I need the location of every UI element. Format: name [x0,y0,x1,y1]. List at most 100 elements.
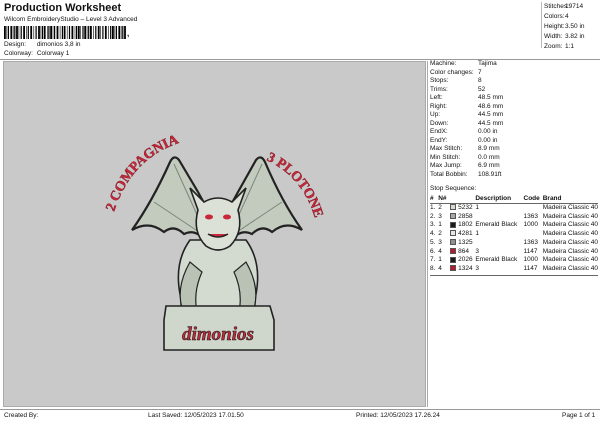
param-label: Trims: [430,85,448,93]
color-swatch [450,265,457,272]
stat-value: 4 [565,13,569,20]
param-row: Min Stitch: 0.0 mm [430,154,598,163]
param-value: 8 [478,77,482,84]
cell-color: 2026 [450,256,475,265]
param-label: Min Stitch: [430,153,461,161]
cell-description: 1 [475,230,479,238]
barcode-bar [59,26,61,39]
cell-code [524,230,543,239]
stat-stitches: Stitches:19714 [544,2,600,12]
param-value: 48.5 mm [478,94,504,101]
param-row: Down: 44.5 mm [430,120,598,129]
barcode [4,26,126,39]
cell-brand: Madeira Classic 40 [542,212,598,220]
color-swatch [450,256,457,263]
cell-description: Emerald Black [475,221,518,229]
stat-colors: Colors:4 [544,12,600,22]
barcode-bar [71,26,74,39]
barcode-bar [93,26,94,39]
param-value: Tajima [478,60,497,67]
barcode-bar [76,26,78,39]
cell-code: 1000 [523,221,538,229]
thread-number: 864 [458,247,469,255]
col-header-description: Description [475,195,524,204]
cell-description [475,213,523,222]
param-row: EndX: 0.00 in [430,128,598,137]
thread-number: 2026 [458,256,473,264]
worksheet-header: Production Worksheet Wilcom EmbroiderySt… [0,0,600,60]
param-row: Left: 48.5 mm [430,94,598,103]
stat-value: 1:1 [565,43,575,50]
barcode-bar [26,26,27,39]
cell-code: 1147 [523,264,538,272]
barcode-tail: , [127,29,130,38]
param-row: Max Stitch: 8.9 mm [430,145,598,154]
right-eye [223,214,231,220]
thread-number: 1325 [458,238,473,246]
cell-code: 1363 [523,238,538,246]
color-swatch [450,247,457,254]
param-value: 0.0 mm [478,153,500,161]
param-row: Trims: 52 [430,86,598,95]
color-swatch [450,230,457,237]
table-row: 6. 4 864 3 1147 Madeira Classic 40 [430,248,598,257]
col-header-brand: Brand [542,195,598,204]
barcode-bar [14,26,16,39]
cell-code [524,204,543,213]
barcode-bar [12,26,14,39]
barcode-bar [35,26,37,39]
left-eye [205,214,213,220]
cell-color: 1802 [450,221,475,230]
cell-brand: Madeira Classic 40 [542,221,598,229]
barcode-bar [102,26,104,39]
color-swatch [450,212,457,219]
barcode-bar [52,26,54,39]
param-value: 44.5 mm [478,111,504,118]
barcode-bar [104,26,107,39]
page-number: Page 1 of 1 [562,412,596,419]
banner-text: dimonios [182,324,254,345]
barcode-bar [54,26,56,39]
design-value: dimonios 3,8 in [36,41,81,48]
colorway-row: Colorway: Colorway 1 [4,50,69,57]
cell-brand: Madeira Classic 40 [542,256,598,264]
design-preview[interactable]: 2 COMPAGNIA 3 PLOTONE dimonios [3,61,426,407]
barcode-bar [86,26,88,39]
color-swatch [450,204,457,211]
cell-brand: Madeira Classic 40 [542,238,598,246]
created-by: Created By: [4,412,39,419]
table-row: 7. 1 2026 Emerald Black 1000 Madeira Classic … [430,256,598,265]
stat-height: Height:3.50 in [544,22,600,32]
stat-label: Stitches: [544,3,569,10]
param-value: 52 [478,85,486,93]
cell-index: 6. [430,247,436,255]
cell-color: 4281 [450,230,475,239]
table-row: 8. 4 1324 3 1147 Madeira Classic 40 [430,265,598,274]
barcode-bar [48,26,50,39]
worksheet-title: Production Worksheet [4,2,122,14]
param-row: Color changes: 7 [430,69,598,78]
col-header-index: # [430,195,439,204]
barcode-bar [43,26,46,39]
param-label: Max Jump: [430,162,462,169]
param-label: EndY: [430,136,448,144]
table-row: 5. 3 1325 1363 Madeira Classic 40 [430,239,598,248]
cell-brand: Madeira Classic 40 [542,204,598,211]
barcode-bar [41,26,44,39]
barcode-bar [124,26,126,39]
cell-index: 4. [430,230,436,238]
barcode-bar [4,26,6,39]
embroidery-artwork: 2 COMPAGNIA 3 PLOTONE dimonios [103,132,326,351]
design-label: Design: [4,41,27,48]
cell-description: 3 [475,247,479,255]
barcode-bar [40,26,42,39]
machine-parameters: Machine: Tajima Color changes: 7 Stops: 8 T… [430,60,598,179]
barcode-bar [66,26,68,39]
barcode-bar [112,26,114,39]
barcode-bar [7,26,9,39]
barcode-bar [33,26,35,39]
cell-description: Emerald Black [475,256,518,264]
stat-label: Colors: [544,13,565,20]
param-value: 6.9 mm [478,162,500,169]
cell-brand: Madeira Classic 40 [542,247,598,255]
